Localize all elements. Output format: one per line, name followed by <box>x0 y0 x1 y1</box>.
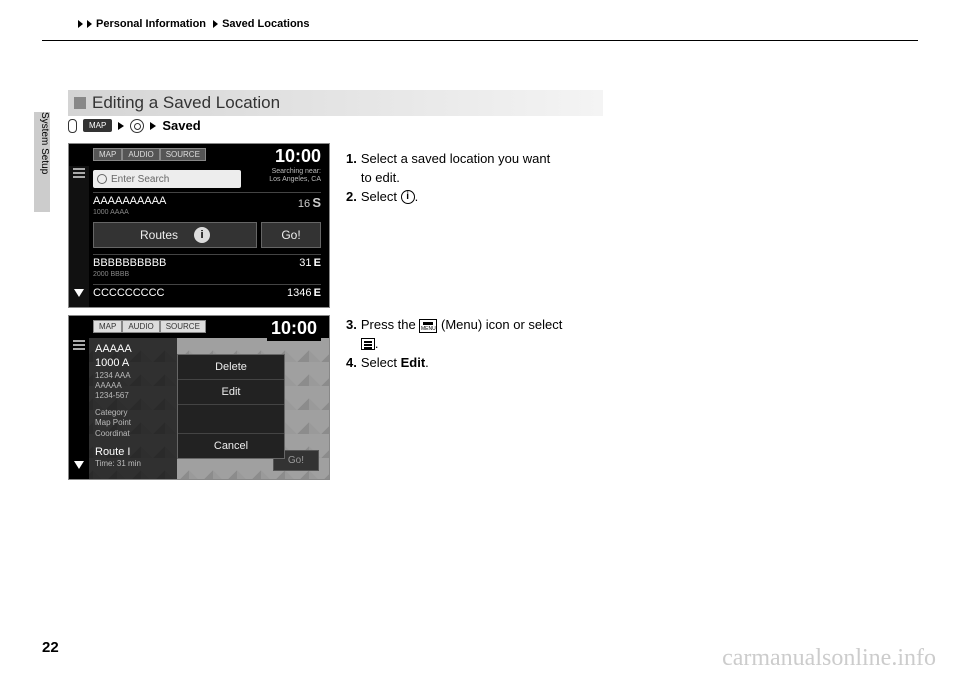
hamburger-icon[interactable] <box>73 344 85 346</box>
step-1: 1. Select a saved location you want to e… <box>346 150 596 188</box>
scroll-down-icon[interactable] <box>74 289 84 297</box>
caret-icon <box>150 122 156 130</box>
clock: 10:00 <box>267 318 321 341</box>
breadcrumb-a: Personal Information <box>96 18 206 30</box>
voice-icon <box>68 119 77 133</box>
search-context-line1: Searching near: <box>269 168 321 176</box>
search-context-line2: Los Angeles, CA <box>269 176 321 184</box>
detail-line: 1234-567 <box>95 391 171 401</box>
step-text: Select <box>361 355 401 370</box>
screenshot-search-list: MAP AUDIO SOURCE 10:00 Enter Search Sear… <box>68 143 330 308</box>
detail-label-coord: Coordinat <box>95 429 171 439</box>
step-text: Select a saved location you want <box>361 151 550 166</box>
scroll-down-icon[interactable] <box>74 461 84 469</box>
menu-hardkey-icon <box>419 319 437 333</box>
tab-source[interactable]: SOURCE <box>160 320 206 333</box>
menu-item-edit[interactable]: Edit <box>178 380 284 405</box>
tab-audio[interactable]: AUDIO <box>122 320 159 333</box>
detail-line: AAAAA <box>95 381 171 391</box>
caret-icon <box>213 20 218 28</box>
divider <box>42 40 918 41</box>
left-rail <box>69 338 89 479</box>
top-tabs: MAP AUDIO SOURCE <box>93 320 206 333</box>
nav-path-saved: Saved <box>162 118 200 133</box>
detail-label-mappoint: Map Point <box>95 418 171 428</box>
instruction-block-1: 1. Select a saved location you want to e… <box>346 150 596 207</box>
top-tabs: MAP AUDIO SOURCE <box>93 148 206 161</box>
list-item-distance: 16 S <box>298 195 321 210</box>
step-number: 1. <box>346 150 357 188</box>
detail-addr: 1000 A <box>95 356 171 370</box>
tab-source[interactable]: SOURCE <box>160 148 206 161</box>
search-context: Searching near: Los Angeles, CA <box>269 168 321 185</box>
step-4: 4. Select Edit. <box>346 354 596 373</box>
tab-audio[interactable]: AUDIO <box>122 148 159 161</box>
map-button-icon: MAP <box>83 119 112 132</box>
left-rail <box>69 166 89 307</box>
section-heading-text: Editing a Saved Location <box>92 93 280 113</box>
action-bar: Routes i Go! <box>93 222 321 248</box>
detail-time: Time: 31 min <box>95 459 171 469</box>
search-icon <box>97 174 107 184</box>
step-number: 3. <box>346 316 357 354</box>
list-item-title: BBBBBBBBBB <box>93 257 166 269</box>
info-icon[interactable]: i <box>194 227 210 243</box>
instruction-block-2: 3. Press the (Menu) icon or select . 4. … <box>346 316 596 373</box>
detail-line: 1234 AAA <box>95 371 171 381</box>
detail-label-category: Category <box>95 408 171 418</box>
list-item-title: AAAAAAAAAA <box>93 195 166 210</box>
step-text: . <box>425 355 429 370</box>
step-3: 3. Press the (Menu) icon or select . <box>346 316 596 354</box>
step-text: Select <box>361 189 401 204</box>
hamburger-icon[interactable] <box>73 172 85 174</box>
hamburger-icon <box>361 338 375 350</box>
routes-button[interactable]: Routes i <box>93 222 257 248</box>
caret-icon <box>78 20 83 28</box>
step-2: 2. Select i. <box>346 188 596 207</box>
list-item-subtitle: 1000 AAAA <box>93 209 129 216</box>
detail-panel: AAAAA 1000 A 1234 AAA AAAAA 1234-567 Cat… <box>89 338 177 479</box>
list-item[interactable]: CCCCCCCCC 1346 E <box>93 284 321 299</box>
step-text: (Menu) icon or select <box>437 317 562 332</box>
list-item[interactable]: AAAAAAAAAA 16 S 1000 AAAA <box>93 192 321 210</box>
breadcrumb: Personal Information Saved Locations <box>78 18 310 30</box>
nav-path: MAP Saved <box>68 118 201 133</box>
step-text-bold: Edit <box>401 355 426 370</box>
detail-route-info: Route I <box>95 445 171 459</box>
list-item-subtitle: 2000 BBBB <box>93 271 129 278</box>
section-tab-label: System Setup <box>39 112 50 174</box>
context-menu: Delete Edit Cancel <box>177 354 285 459</box>
routes-label: Routes <box>140 228 178 242</box>
menu-item-delete[interactable]: Delete <box>178 355 284 380</box>
section-heading: Editing a Saved Location <box>68 90 603 116</box>
tab-map[interactable]: MAP <box>93 320 122 333</box>
search-icon <box>130 119 144 133</box>
go-button[interactable]: Go! <box>261 222 321 248</box>
step-text: . <box>415 189 419 204</box>
search-input[interactable]: Enter Search <box>93 170 241 188</box>
tab-map[interactable]: MAP <box>93 148 122 161</box>
screenshot-edit-popup: MAP AUDIO SOURCE 10:00 AAAAA 1000 A 1234… <box>68 315 330 480</box>
step-text: to edit. <box>361 170 400 185</box>
watermark: carmanualsonline.info <box>722 645 936 672</box>
step-number: 4. <box>346 354 357 373</box>
page-number: 22 <box>42 639 59 656</box>
caret-icon <box>87 20 92 28</box>
menu-item-cancel[interactable]: Cancel <box>178 433 284 458</box>
list-item[interactable]: BBBBBBBBBB 31 E 2000 BBBB <box>93 254 321 269</box>
step-text: . <box>375 336 379 351</box>
section-tab: System Setup <box>34 112 50 212</box>
list-item-distance: 31 E <box>299 257 321 269</box>
detail-title: AAAAA <box>95 342 171 356</box>
breadcrumb-b: Saved Locations <box>222 18 309 30</box>
clock: 10:00 <box>275 146 321 167</box>
list-item-distance: 1346 E <box>287 287 321 299</box>
square-bullet-icon <box>74 97 86 109</box>
search-placeholder: Enter Search <box>111 174 169 185</box>
step-text: Press the <box>361 317 420 332</box>
info-icon: i <box>401 190 415 204</box>
caret-icon <box>118 122 124 130</box>
step-number: 2. <box>346 188 357 207</box>
list-item-title: CCCCCCCCC <box>93 287 165 299</box>
